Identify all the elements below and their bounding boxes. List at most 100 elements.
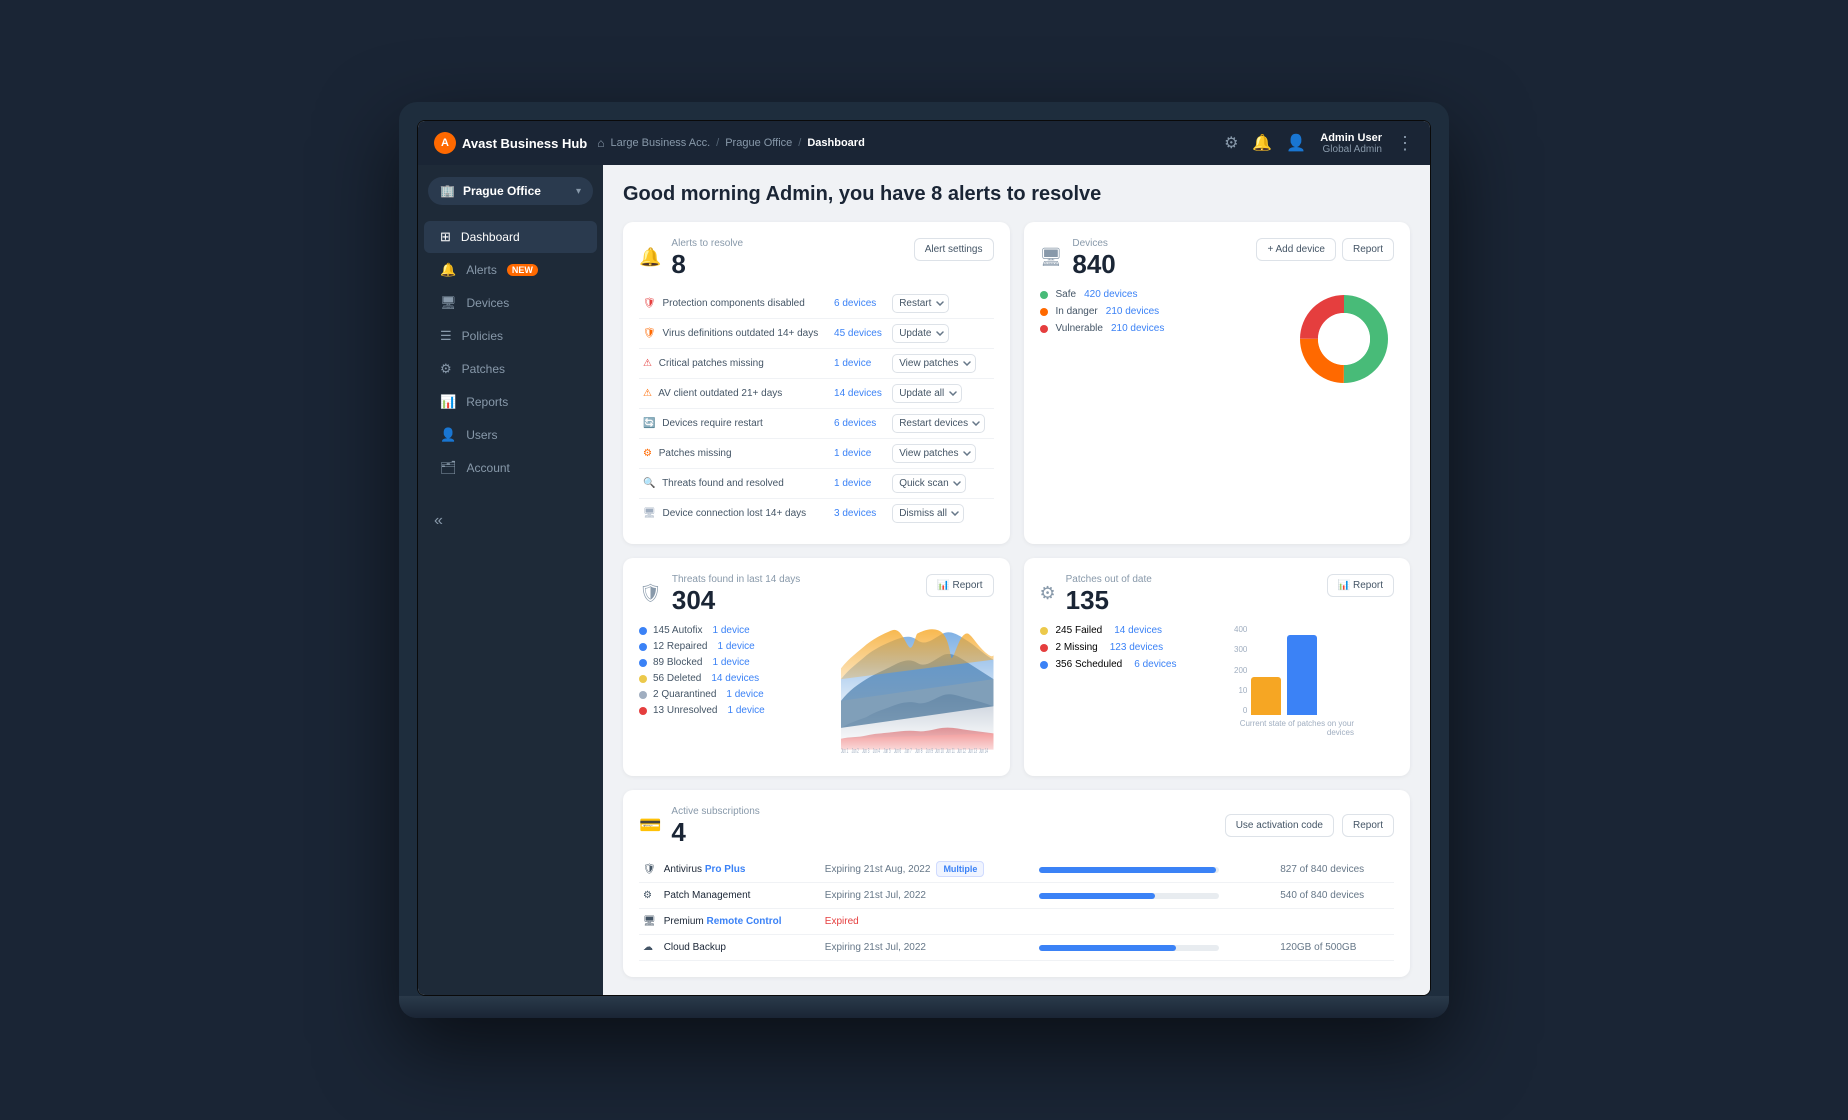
alert-settings-button[interactable]: Alert settings	[914, 238, 994, 261]
menu-dots-icon[interactable]: ⋮	[1396, 133, 1414, 154]
use-activation-code-button[interactable]: Use activation code	[1225, 814, 1334, 837]
alert-row: 🖥 Device connection lost 14+ days 3 devi…	[639, 499, 994, 529]
alert-devices[interactable]: 6 devices	[830, 289, 888, 319]
alerts-table: 🛡 Protection components disabled 6 devic…	[639, 289, 994, 528]
progress-bar	[1039, 893, 1219, 899]
sub-count-cell: 540 of 840 devices	[1276, 883, 1394, 909]
patches-report-button[interactable]: 📊 Report	[1327, 574, 1394, 597]
home-icon: ⌂	[597, 136, 604, 150]
alert-row: 🔄 Devices require restart 6 devices Rest…	[639, 409, 994, 439]
sidebar-label-policies: Policies	[462, 329, 503, 343]
sub-progress-cell	[1035, 909, 1276, 935]
alerts-badge: NEW	[507, 264, 538, 276]
subscription-row: 🛡 Antivirus Pro Plus Expiring 21st Aug, …	[639, 857, 1394, 883]
sub-expiry-cell: Expiring 21st Jul, 2022	[821, 935, 1036, 961]
sub-expiry-cell: Expired	[821, 909, 1036, 935]
add-device-button[interactable]: + Add device	[1256, 238, 1336, 261]
sidebar-item-devices[interactable]: 🖥 Devices	[424, 287, 597, 319]
sub-name-cell: Premium Remote Control	[660, 909, 821, 935]
alerts-card-header: 🔔 Alerts to resolve 8 Alert settings	[639, 238, 994, 277]
dashboard-icon: ⊞	[440, 229, 451, 245]
alert-action[interactable]: Dismiss all	[888, 499, 993, 529]
svg-text:Jun 9: Jun 9	[926, 748, 933, 755]
sidebar-item-reports[interactable]: 📊 Reports	[424, 386, 597, 418]
breadcrumb-account[interactable]: Large Business Acc.	[610, 137, 710, 149]
alert-action[interactable]: Update	[888, 319, 993, 349]
safe-link[interactable]: 420 devices	[1084, 289, 1137, 300]
patches-content: 245 Failed 14 devices 2 Missing 123 devi…	[1040, 625, 1395, 737]
alert-text: ⚙ Patches missing	[639, 439, 830, 469]
user-role: Global Admin	[1320, 144, 1382, 155]
sub-icon-cell: 🖥	[639, 909, 660, 935]
alert-devices[interactable]: 45 devices	[830, 319, 888, 349]
sidebar-nav: ⊞ Dashboard 🔔 Alerts NEW 🖥 Devices ☰	[418, 221, 603, 484]
sub-expiry-cell: Expiring 21st Aug, 2022Multiple	[821, 857, 1036, 883]
subs-count: 4	[671, 819, 759, 845]
alert-action[interactable]: Quick scan	[888, 469, 993, 499]
threat-quarantined: 2 Quarantined 1 device	[639, 689, 829, 700]
dashboard-grid: 🔔 Alerts to resolve 8 Alert settings 🛡 P…	[623, 222, 1410, 977]
sub-name-cell: Antivirus Pro Plus	[660, 857, 821, 883]
threat-repaired: 12 Repaired 1 device	[639, 641, 829, 652]
threats-area-chart: Jun 1 Jun 2 Jun 3 Jun 4 Jun 5 Jun 6 Jun …	[841, 625, 994, 760]
alert-devices[interactable]: 14 devices	[830, 379, 888, 409]
alert-action[interactable]: Restart	[888, 289, 993, 319]
alert-devices[interactable]: 1 device	[830, 469, 888, 499]
vulnerable-link[interactable]: 210 devices	[1111, 323, 1164, 334]
alert-text: 🛡 Virus definitions outdated 14+ days	[639, 319, 830, 349]
patches-chart-caption: Current state of patches on your devices	[1234, 719, 1354, 737]
patches-stats: 245 Failed 14 devices 2 Missing 123 devi…	[1040, 625, 1223, 676]
alert-text: 🔍 Threats found and resolved	[639, 469, 830, 499]
patches-card: ⚙ Patches out of date 135 📊 Report	[1024, 558, 1411, 776]
main-content: Good morning Admin, you have 8 alerts to…	[603, 165, 1430, 995]
danger-link[interactable]: 210 devices	[1106, 306, 1159, 317]
subs-label: Active subscriptions	[671, 806, 759, 817]
threat-unresolved: 13 Unresolved 1 device	[639, 705, 829, 716]
svg-text:Jun 4: Jun 4	[873, 748, 881, 755]
sidebar-collapse-btn[interactable]: «	[418, 504, 603, 538]
alert-action[interactable]: Restart devices	[888, 409, 993, 439]
subs-report-button[interactable]: Report	[1342, 814, 1394, 837]
alert-devices[interactable]: 1 device	[830, 439, 888, 469]
sidebar-item-patches[interactable]: ⚙ Patches	[424, 353, 597, 385]
user-avatar-icon: 👤	[1286, 133, 1306, 153]
notifications-icon[interactable]: 🔔	[1252, 133, 1272, 153]
alert-action[interactable]: View patches	[888, 349, 993, 379]
progress-fill	[1039, 945, 1176, 951]
alert-devices[interactable]: 1 device	[830, 349, 888, 379]
alert-row: 🛡 Virus definitions outdated 14+ days 45…	[639, 319, 994, 349]
alert-devices[interactable]: 6 devices	[830, 409, 888, 439]
devices-report-button[interactable]: Report	[1342, 238, 1394, 261]
chevron-down-icon: ▾	[576, 186, 581, 197]
breadcrumb-sep2: /	[798, 137, 801, 149]
patches-label: Patches out of date	[1066, 574, 1152, 585]
alert-status-icon: ⚠	[643, 358, 652, 369]
threat-autofix: 145 Autofix 1 device	[639, 625, 829, 636]
subscription-row: ⚙ Patch Management Expiring 21st Jul, 20…	[639, 883, 1394, 909]
alert-row: ⚠ Critical patches missing 1 device View…	[639, 349, 994, 379]
sub-name-cell: Cloud Backup	[660, 935, 821, 961]
alert-action[interactable]: Update all	[888, 379, 993, 409]
alert-action[interactable]: View patches	[888, 439, 993, 469]
sidebar-item-users[interactable]: 👤 Users	[424, 419, 597, 451]
breadcrumb-office[interactable]: Prague Office	[725, 137, 792, 149]
sub-icon-cell: 🛡	[639, 857, 660, 883]
sub-icon-cell: ☁	[639, 935, 660, 961]
threats-report-button[interactable]: 📊 Report	[926, 574, 993, 597]
sidebar-item-policies[interactable]: ☰ Policies	[424, 320, 597, 352]
patches-failed-stat: 245 Failed 14 devices	[1040, 625, 1223, 636]
sidebar-item-account[interactable]: 🗂 Account	[424, 452, 597, 484]
sidebar-item-alerts[interactable]: 🔔 Alerts NEW	[424, 254, 597, 286]
svg-text:Jun 2: Jun 2	[852, 748, 859, 755]
sidebar-label-users: Users	[466, 428, 497, 442]
svg-text:Jun 12: Jun 12	[957, 748, 966, 755]
svg-text:Jun 1: Jun 1	[841, 748, 848, 755]
settings-icon[interactable]: ⚙	[1224, 133, 1238, 153]
sidebar-item-dashboard[interactable]: ⊞ Dashboard	[424, 221, 597, 253]
alert-text: 🔄 Devices require restart	[639, 409, 830, 439]
sidebar-label-devices: Devices	[467, 296, 510, 310]
sub-count-cell	[1276, 909, 1394, 935]
alert-devices[interactable]: 3 devices	[830, 499, 888, 529]
alert-text: ⚠ Critical patches missing	[639, 349, 830, 379]
sidebar-office-selector[interactable]: 🏢 Prague Office ▾	[428, 177, 593, 205]
